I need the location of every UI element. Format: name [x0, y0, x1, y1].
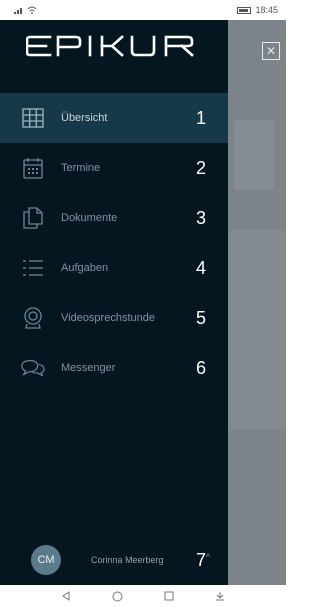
- footer-number: 7: [196, 549, 207, 570]
- webcam-icon: [21, 306, 45, 330]
- list-icon: [21, 256, 45, 280]
- menu-item-number: 6: [196, 357, 207, 378]
- documents-icon: [21, 206, 45, 230]
- wifi-icon: [27, 6, 37, 14]
- home-icon[interactable]: [110, 589, 124, 603]
- caret-up-icon[interactable]: ^: [206, 552, 210, 562]
- notification-icon[interactable]: [213, 589, 227, 603]
- menu-item-number: 3: [196, 207, 207, 228]
- epikur-logo: [26, 35, 194, 57]
- menu-item-messenger[interactable]: Messenger 6: [0, 343, 228, 393]
- menu-item-videosprechstunde[interactable]: Videosprechstunde 5: [0, 293, 228, 343]
- backdrop-overlay[interactable]: ✕: [228, 20, 286, 585]
- menu-item-uebersicht[interactable]: Übersicht 1: [0, 93, 228, 143]
- user-profile[interactable]: CM Corinna Meerberg 7 ^: [0, 540, 228, 580]
- drawer-menu: Übersicht 1 Termine 2 Dokumente 3 Aufgab…: [0, 93, 228, 393]
- close-button[interactable]: ✕: [262, 42, 280, 60]
- status-left: [14, 6, 37, 14]
- backdrop-content: [234, 120, 274, 190]
- system-nav-bar: [0, 585, 286, 607]
- grid-icon: [21, 106, 45, 130]
- battery-icon: [237, 6, 252, 14]
- menu-item-aufgaben[interactable]: Aufgaben 4: [0, 243, 228, 293]
- menu-item-dokumente[interactable]: Dokumente 3: [0, 193, 228, 243]
- avatar[interactable]: CM: [31, 545, 61, 575]
- backdrop-content-block: [228, 230, 286, 430]
- recents-icon[interactable]: [162, 589, 176, 603]
- menu-item-termine[interactable]: Termine 2: [0, 143, 228, 193]
- chat-icon: [21, 356, 45, 380]
- status-bar: 18:45: [0, 0, 286, 20]
- menu-item-number: 5: [196, 307, 207, 328]
- calendar-icon: [21, 156, 45, 180]
- status-right: 18:45: [237, 5, 278, 15]
- user-name: Corinna Meerberg: [91, 555, 164, 565]
- navigation-drawer: Übersicht 1 Termine 2 Dokumente 3 Aufgab…: [0, 20, 228, 585]
- menu-item-number: 1: [196, 107, 207, 128]
- back-icon[interactable]: [59, 589, 73, 603]
- signal-icon: [14, 8, 22, 14]
- close-icon: ✕: [265, 44, 277, 58]
- menu-item-number: 4: [196, 257, 207, 278]
- menu-item-number: 2: [196, 157, 207, 178]
- status-time: 18:45: [255, 5, 278, 15]
